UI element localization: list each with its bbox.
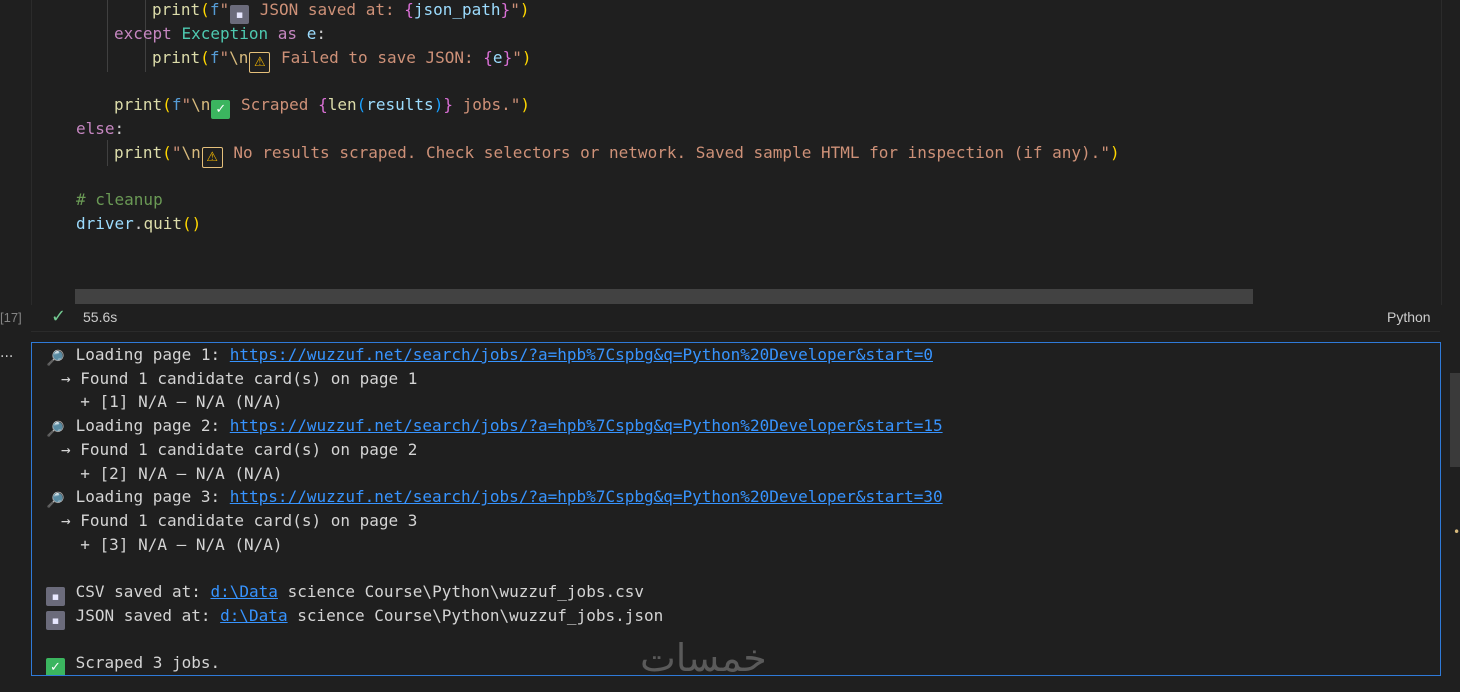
- warning-icon: ⚠: [249, 52, 271, 73]
- output-line: → Found 1 candidate card(s) on page 2: [61, 439, 418, 459]
- output-line: → Found 1 candidate card(s) on page 3: [61, 510, 418, 530]
- output-link[interactable]: https://wuzzuf.net/search/jobs/?a=hpb%7C…: [230, 487, 943, 506]
- check-box-icon: ✓: [46, 658, 65, 675]
- output-line: 🔎 Loading page 2: https://wuzzuf.net/sea…: [46, 416, 943, 439]
- check-icon: ✓: [51, 306, 67, 327]
- code-line-json-saved[interactable]: print(f" ▪ JSON saved at: {json_path}"): [152, 0, 529, 24]
- magnifier-icon: 🔎: [46, 420, 65, 439]
- magnifier-icon: 🔎: [46, 491, 65, 510]
- output-line: ▪ JSON saved at: d:\Data science Course\…: [45, 604, 663, 630]
- cell-status-bar: [17] ✓ 55.6s Python: [0, 305, 1460, 331]
- cell-language[interactable]: Python: [1387, 309, 1431, 325]
- horizontal-scrollbar[interactable]: [75, 289, 1253, 304]
- warning-icon: ⚠: [201, 147, 223, 168]
- output-line: + [1] N/A — N/A (N/A): [61, 392, 283, 412]
- code-line-driver-quit[interactable]: driver.quit(): [76, 212, 201, 236]
- output-link[interactable]: d:\Data: [220, 606, 287, 625]
- output-line: + [3] N/A — N/A (N/A): [61, 534, 283, 554]
- indent-guide: [107, 140, 108, 166]
- output-line: → Found 1 candidate card(s) on page 1: [61, 368, 418, 388]
- execution-time: 55.6s: [83, 309, 118, 325]
- code-line-else[interactable]: else:: [76, 117, 124, 141]
- output-link[interactable]: https://wuzzuf.net/search/jobs/?a=hpb%7C…: [230, 416, 943, 435]
- magnifier-icon: 🔎: [46, 349, 65, 367]
- code-line-no-results[interactable]: print("\n ⚠ No results scraped. Check sel…: [114, 141, 1120, 168]
- output-area[interactable]: 🔎 Loading page 1: https://wuzzuf.net/sea…: [31, 342, 1441, 676]
- execution-count: [17]: [0, 310, 22, 325]
- output-line: + [2] N/A — N/A (N/A): [61, 463, 283, 483]
- overview-ruler-marker: •: [1453, 525, 1460, 539]
- code-line-comment[interactable]: # cleanup: [76, 188, 163, 212]
- code-cell[interactable]: print(f" ▪ JSON saved at: {json_path}") e…: [31, 0, 1442, 305]
- indent-guide: [107, 0, 108, 72]
- floppy-disk-icon: ▪: [46, 610, 65, 630]
- output-link[interactable]: https://wuzzuf.net/search/jobs/?a=hpb%7C…: [230, 345, 933, 364]
- code-line-failed[interactable]: print(f"\n ⚠ Failed to save JSON: {e}"): [152, 46, 531, 73]
- vertical-scrollbar[interactable]: [1450, 373, 1460, 467]
- code-line-except[interactable]: except Exception as e:: [114, 22, 326, 46]
- watermark-logo: خمسات: [640, 636, 768, 680]
- output-line: ▪ CSV saved at: d:\Data science Course\P…: [45, 580, 644, 606]
- check-box-icon: ✓: [211, 100, 231, 119]
- divider: [31, 331, 1440, 332]
- output-line: 🔎 Loading page 3: https://wuzzuf.net/sea…: [46, 487, 943, 510]
- output-link[interactable]: d:\Data: [211, 582, 278, 601]
- output-more-actions-icon[interactable]: ...: [0, 345, 13, 361]
- output-line: ✓ Scraped 3 jobs.: [45, 651, 220, 675]
- output-line: 🔎 Loading page 1: https://wuzzuf.net/sea…: [46, 345, 933, 367]
- code-line-scraped[interactable]: print(f"\n ✓ Scraped {len(results)} jobs.…: [114, 93, 530, 119]
